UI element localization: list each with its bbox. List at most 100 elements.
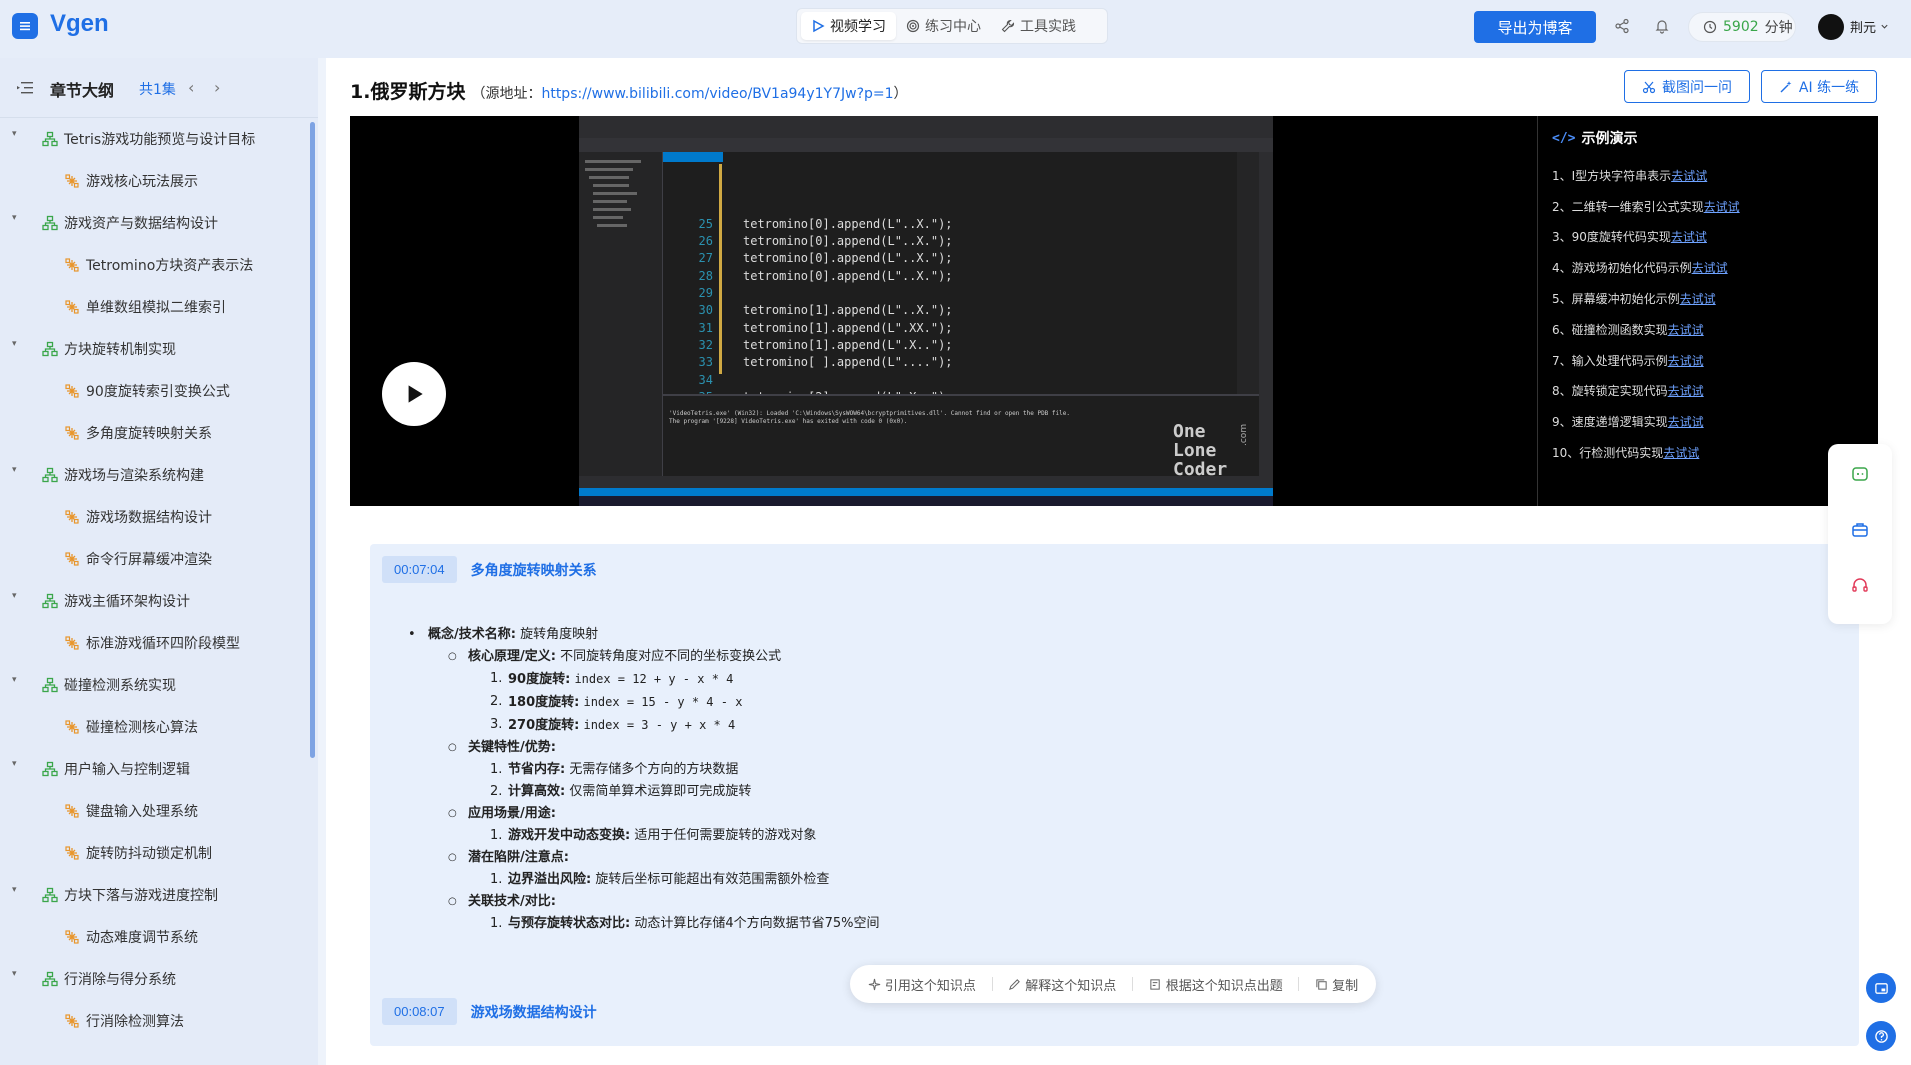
sidebar-item[interactable]: 键盘输入处理系统 bbox=[0, 790, 308, 832]
generate-quiz-button[interactable]: 根据这个知识点出题 bbox=[1149, 975, 1283, 994]
sidebar-item[interactable]: ▾ 方块旋转机制实现 bbox=[0, 328, 308, 370]
help-button[interactable] bbox=[1866, 1021, 1896, 1051]
sidebar-item[interactable]: ▾ 用户输入与控制逻辑 bbox=[0, 748, 308, 790]
sidebar-item-label: 单维数组模拟二维索引 bbox=[86, 300, 226, 316]
sidebar-item[interactable]: ▾ 游戏主循环架构设计 bbox=[0, 580, 308, 622]
menu-logo-icon[interactable] bbox=[12, 13, 38, 39]
avatar[interactable] bbox=[1818, 14, 1844, 40]
line-number: 30 bbox=[698, 303, 713, 318]
sidebar-item[interactable]: 单维数组模拟二维索引 bbox=[0, 286, 308, 328]
try-it-link[interactable]: 去试试 bbox=[1680, 290, 1716, 307]
code-text: tetromino[0].append(L"..X."); bbox=[743, 268, 953, 283]
expand-caret-icon[interactable]: ▾ bbox=[12, 591, 17, 601]
user-menu[interactable]: 荆元 bbox=[1850, 17, 1889, 36]
tab-label: 工具实践 bbox=[1020, 19, 1076, 35]
try-it-link[interactable]: 去试试 bbox=[1671, 167, 1707, 184]
main-content: 1.俄罗斯方块 （源地址： https://www.bilibili.com/v… bbox=[326, 58, 1911, 1065]
gamepad-icon[interactable] bbox=[1850, 464, 1870, 484]
play-button[interactable] bbox=[382, 362, 446, 426]
code-line: 34 bbox=[663, 372, 953, 389]
note-label: 核心原理/定义: bbox=[468, 649, 556, 664]
sidebar-item[interactable]: ▾ 游戏资产与数据结构设计 bbox=[0, 202, 308, 244]
screenshot-ask-button[interactable]: 截图问一问 bbox=[1624, 70, 1750, 103]
copy-label: 复制 bbox=[1332, 978, 1359, 994]
knowledge-point-icon bbox=[64, 425, 80, 441]
expand-caret-icon[interactable]: ▾ bbox=[12, 129, 17, 139]
sidebar-item[interactable]: 碰撞检测核心算法 bbox=[0, 706, 308, 748]
sidebar-item[interactable]: ▾ 碰撞检测系统实现 bbox=[0, 664, 308, 706]
vs-tree-line bbox=[597, 224, 627, 227]
magic-wand-icon bbox=[1780, 80, 1792, 92]
line-number: 26 bbox=[698, 234, 713, 249]
line-number: 32 bbox=[698, 337, 713, 352]
prev-episode-icon[interactable]: ‹ bbox=[188, 78, 194, 97]
knowledge-action-toolbar: 引用这个知识点 解释这个知识点 根据这个知识点出题 复制 bbox=[850, 965, 1376, 1003]
sidebar-scrollbar[interactable] bbox=[310, 122, 315, 758]
sidebar-item[interactable]: Tetromino方块资产表示法 bbox=[0, 244, 308, 286]
expand-caret-icon[interactable]: ▾ bbox=[12, 339, 17, 349]
share-icon[interactable] bbox=[1612, 16, 1632, 36]
try-it-link[interactable]: 去试试 bbox=[1668, 352, 1704, 369]
sidebar-item[interactable]: 命令行屏幕缓冲渲染 bbox=[0, 538, 308, 580]
tab-video-learning[interactable]: 视频学习 bbox=[801, 12, 896, 40]
sidebar-item[interactable]: 标准游戏循环四阶段模型 bbox=[0, 622, 308, 664]
tab-tool-practice[interactable]: 工具实践 bbox=[991, 12, 1086, 40]
chapter-tree-icon bbox=[42, 887, 58, 903]
quiz-icon bbox=[1150, 978, 1160, 990]
line-number: 34 bbox=[698, 372, 713, 387]
try-it-link[interactable]: 去试试 bbox=[1668, 413, 1704, 430]
export-blog-button[interactable]: 导出为博客 bbox=[1474, 11, 1596, 43]
knowledge-point-icon bbox=[64, 509, 80, 525]
next-episode-icon[interactable]: › bbox=[214, 78, 220, 97]
copy-button[interactable]: 复制 bbox=[1315, 975, 1358, 994]
minutes-balance[interactable]: 5902 分钟 bbox=[1688, 12, 1796, 42]
try-it-link[interactable]: 去试试 bbox=[1692, 259, 1728, 276]
sidebar-item[interactable]: 90度旋转索引变换公式 bbox=[0, 370, 308, 412]
explain-knowledge-button[interactable]: 解释这个知识点 bbox=[1008, 975, 1116, 994]
video-title: 1.俄罗斯方块 bbox=[350, 81, 466, 103]
sidebar-item[interactable]: 多角度旋转映射关系 bbox=[0, 412, 308, 454]
try-it-link[interactable]: 去试试 bbox=[1668, 382, 1704, 399]
vs-status-bar bbox=[579, 488, 1273, 496]
timestamp-badge[interactable]: 00:08:07 bbox=[382, 998, 457, 1025]
sidebar-item-label: 用户输入与控制逻辑 bbox=[64, 762, 190, 778]
sidebar-item[interactable]: 旋转防抖动锁定机制 bbox=[0, 832, 308, 874]
knowledge-card[interactable]: 00:07:04 多角度旋转映射关系 概念/技术名称: 旋转角度映射 核心原理/… bbox=[370, 544, 1859, 1008]
sidebar-item[interactable]: ▾ 行消除与得分系统 bbox=[0, 958, 308, 1000]
sidebar-item[interactable]: 游戏场数据结构设计 bbox=[0, 496, 308, 538]
expand-caret-icon[interactable]: ▾ bbox=[12, 465, 17, 475]
try-it-link[interactable]: 去试试 bbox=[1671, 228, 1707, 245]
sidebar-item[interactable]: 行消除检测算法 bbox=[0, 1000, 308, 1042]
sidebar-item[interactable]: ▾ Tetris游戏功能预览与设计目标 bbox=[0, 118, 308, 160]
note-label: 边界溢出风险: bbox=[508, 872, 592, 887]
sidebar-item-label: 碰撞检测核心算法 bbox=[86, 720, 198, 736]
picture-in-picture-button[interactable] bbox=[1866, 973, 1896, 1003]
app-logo[interactable]: Vgen bbox=[50, 10, 109, 38]
expand-caret-icon[interactable]: ▾ bbox=[12, 759, 17, 769]
sidebar-item[interactable]: ▾ 方块下落与游戏进度控制 bbox=[0, 874, 308, 916]
sidebar-item-label: 游戏场数据结构设计 bbox=[86, 510, 212, 526]
expand-caret-icon[interactable]: ▾ bbox=[12, 969, 17, 979]
try-it-link[interactable]: 去试试 bbox=[1663, 444, 1699, 461]
toolbox-icon[interactable] bbox=[1850, 520, 1870, 540]
timestamp-badge[interactable]: 00:07:04 bbox=[382, 556, 457, 583]
source-link[interactable]: https://www.bilibili.com/video/BV1a94y1Y… bbox=[541, 86, 893, 102]
expand-caret-icon[interactable]: ▾ bbox=[12, 213, 17, 223]
vs-tree-line bbox=[593, 216, 623, 219]
try-it-link[interactable]: 去试试 bbox=[1704, 198, 1740, 215]
sidebar-item[interactable]: 动态难度调节系统 bbox=[0, 916, 308, 958]
tab-practice-center[interactable]: 练习中心 bbox=[896, 12, 991, 40]
ai-practice-button[interactable]: AI 练一练 bbox=[1761, 70, 1877, 103]
sidebar-item[interactable]: 游戏核心玩法展示 bbox=[0, 160, 308, 202]
bell-icon[interactable] bbox=[1652, 16, 1672, 36]
headset-icon[interactable] bbox=[1850, 576, 1870, 596]
cite-knowledge-button[interactable]: 引用这个知识点 bbox=[868, 975, 976, 994]
video-player[interactable]: 25 tetromino[0].append(L"..X."); 26 tetromi… bbox=[350, 116, 1878, 506]
outline-collapse-icon[interactable] bbox=[16, 80, 34, 96]
sidebar-item[interactable]: ▾ 游戏场与渲染系统构建 bbox=[0, 454, 308, 496]
expand-caret-icon[interactable]: ▾ bbox=[12, 675, 17, 685]
episode-count[interactable]: 共1集 bbox=[139, 79, 176, 99]
try-it-link[interactable]: 去试试 bbox=[1668, 321, 1704, 338]
expand-caret-icon[interactable]: ▾ bbox=[12, 885, 17, 895]
toolbar-divider bbox=[1131, 977, 1133, 991]
